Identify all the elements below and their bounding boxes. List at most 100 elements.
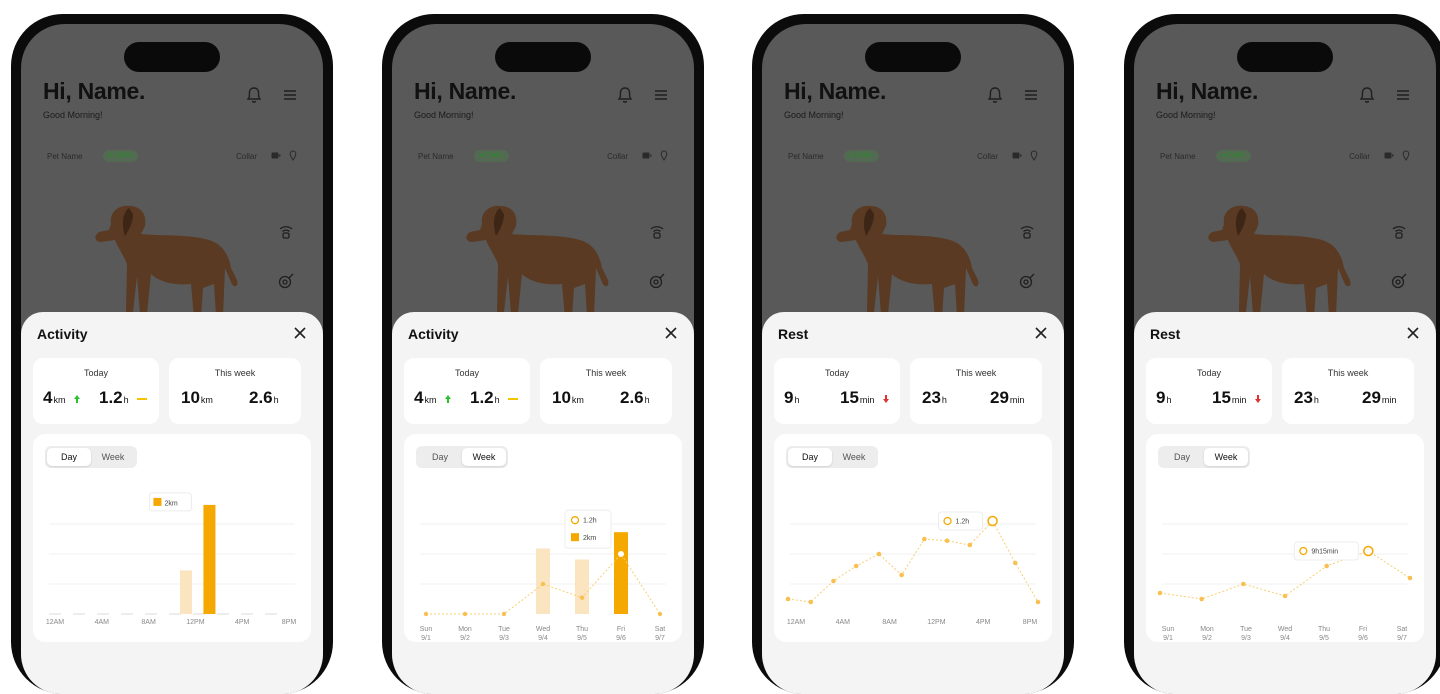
chart-bar (203, 504, 216, 614)
close-icon[interactable] (1404, 324, 1422, 342)
week-b-value: 29 (1362, 388, 1381, 407)
bell-icon[interactable] (1356, 84, 1378, 106)
menu-icon[interactable] (650, 84, 672, 106)
chart-point (808, 599, 814, 605)
x-tick-label: 4AM (836, 619, 851, 626)
menu-icon[interactable] (279, 84, 301, 106)
trend-b-icon (1251, 388, 1262, 407)
collar-label[interactable]: Collar (236, 152, 257, 161)
pet-name[interactable]: Pet Name (1160, 152, 1196, 161)
greeting-title: Hi, Name. (1156, 78, 1259, 104)
today-a-value: 4 (43, 388, 53, 407)
greeting-subtitle: Good Morning! (43, 110, 103, 120)
close-icon[interactable] (662, 324, 680, 342)
x-tick-label: Tue (498, 626, 510, 633)
today-b-value: 15 (840, 388, 859, 407)
x-tick-label: Sat (1397, 626, 1408, 633)
leash-icon[interactable] (275, 270, 297, 292)
pet-name[interactable]: Pet Name (47, 152, 83, 161)
today-metric-a: 4km (414, 388, 452, 408)
chart-point-highlight (1363, 545, 1374, 557)
x-tick-sublabel: 9/4 (1280, 635, 1290, 642)
battery-icon (271, 152, 281, 159)
today-b-value: 1.2 (99, 388, 123, 407)
week-metric-a: 10km (552, 388, 584, 408)
location-pin-icon[interactable] (289, 150, 297, 162)
week-metric-b: 2.6h (620, 388, 650, 408)
battery-icon (642, 152, 652, 159)
location-pin-icon[interactable] (1402, 150, 1410, 162)
location-pin-icon[interactable] (660, 150, 668, 162)
collar-label[interactable]: Collar (1349, 152, 1370, 161)
today-metric-b: 15min (1212, 388, 1262, 408)
x-tick-sublabel: 9/5 (1319, 635, 1329, 642)
collar-label[interactable]: Collar (977, 152, 998, 161)
week-a-value: 23 (1294, 388, 1313, 407)
week-card: This week 23h 29min (910, 358, 1042, 424)
chart-card: Day Week Sun 9/1 Mon 9/2 Tue 9/3 Wed 9/4 Thu 9/5 F… (1146, 434, 1424, 642)
close-icon[interactable] (1032, 324, 1050, 342)
week-label: This week (585, 368, 627, 378)
leash-icon[interactable] (646, 270, 668, 292)
wifi-tracker-icon[interactable] (275, 220, 297, 242)
chart-point (922, 536, 927, 542)
chart-point (1012, 560, 1018, 566)
wifi-tracker-icon[interactable] (1388, 220, 1410, 242)
greeting-title: Hi, Name. (414, 78, 517, 104)
phone-screen: Hi, Name. Good Morning! Pet Name ● Calm … (392, 24, 694, 694)
chart-point (462, 611, 468, 617)
wifi-tracker-icon[interactable] (1016, 220, 1038, 242)
today-card: Today 9h 15min (774, 358, 900, 424)
bell-icon[interactable] (614, 84, 636, 106)
stats-bottom-sheet: Rest Today 9h 15min This week 23h 29min … (1134, 312, 1436, 694)
phone-4: Hi, Name. Good Morning! Pet Name ● Calm … (1124, 14, 1440, 694)
collar-label[interactable]: Collar (607, 152, 628, 161)
chart-point (501, 611, 507, 617)
phone-screen: Hi, Name. Good Morning! Pet Name ● Calm … (762, 24, 1064, 694)
today-label: Today (83, 368, 109, 378)
week-b-value: 2.6 (620, 388, 644, 407)
chart-point (1241, 581, 1246, 587)
week-label: This week (1327, 368, 1369, 378)
phone-screen: Hi, Name. Good Morning! Pet Name ● Calm … (21, 24, 323, 694)
week-metric-b: 29min (990, 388, 1024, 408)
pet-name[interactable]: Pet Name (418, 152, 454, 161)
week-a-value: 10 (552, 388, 571, 407)
x-tick-label: Thu (1318, 626, 1330, 633)
week-metric-b: 29min (1362, 388, 1396, 408)
location-pin-icon[interactable] (1030, 150, 1038, 162)
x-tick-label: 4PM (235, 619, 250, 626)
today-metric-a: 4km (43, 388, 81, 408)
chart-point (423, 611, 429, 617)
chart-svg: Sun 9/1 Mon 9/2 Tue 9/3 Wed 9/4 Thu 9/5 Fri 9/6 Sat 9… (420, 509, 666, 642)
greeting-subtitle: Good Morning! (414, 110, 474, 120)
x-tick-label: 12PM (927, 619, 945, 626)
chart-point (967, 542, 973, 548)
bell-icon[interactable] (984, 84, 1006, 106)
week-card: This week 23h 29min (1282, 358, 1414, 424)
tooltip-swatch (153, 497, 162, 506)
pet-name[interactable]: Pet Name (788, 152, 824, 161)
battery-icon (1384, 152, 1394, 159)
trend-b-icon (133, 388, 148, 407)
today-a-value: 4 (414, 388, 424, 407)
leash-icon[interactable] (1388, 270, 1410, 292)
trend-b-icon (504, 388, 519, 407)
today-label: Today (824, 368, 850, 378)
week-a-unit: h (1313, 395, 1319, 405)
menu-icon[interactable] (1020, 84, 1042, 106)
week-a-value: 23 (922, 388, 941, 407)
stats-bottom-sheet: Activity Today 4km 1.2h This week 10km 2… (21, 312, 323, 694)
close-icon[interactable] (291, 324, 309, 342)
week-b-unit: h (644, 395, 650, 405)
leash-icon[interactable] (1016, 270, 1038, 292)
x-tick-label: 8AM (141, 619, 156, 626)
chart-point (540, 581, 546, 587)
chart-point (899, 572, 904, 578)
pet-status-badge: ● Calm (474, 150, 509, 162)
week-label: This week (214, 368, 256, 378)
bell-icon[interactable] (243, 84, 265, 106)
tooltip-text: 1.2h (583, 518, 597, 525)
wifi-tracker-icon[interactable] (646, 220, 668, 242)
menu-icon[interactable] (1392, 84, 1414, 106)
